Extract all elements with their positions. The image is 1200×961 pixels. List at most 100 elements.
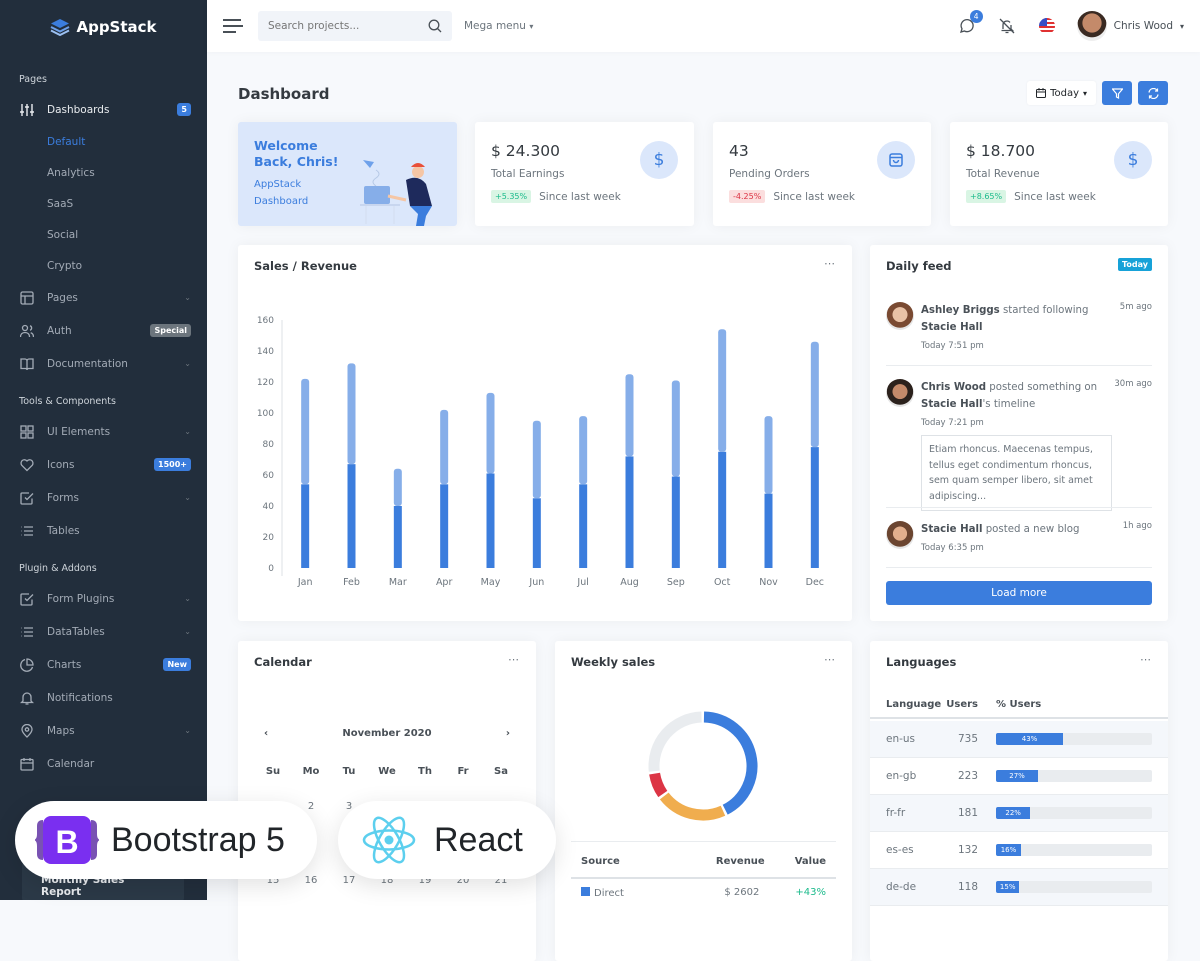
bar-revenue[interactable] (486, 392, 495, 474)
bar-revenue[interactable] (532, 420, 541, 499)
weekday-label: Th (418, 766, 432, 777)
next-month-icon[interactable]: › (506, 728, 510, 739)
feed-action: posted a new blog (982, 524, 1080, 535)
sidebar-item-label: Forms (47, 491, 79, 504)
bar-revenue[interactable] (347, 363, 356, 465)
source-name: Direct (594, 888, 624, 899)
refresh-button[interactable] (1138, 81, 1168, 105)
sidebar-item-label: UI Elements (47, 425, 111, 438)
date-filter-dropdown[interactable]: Today ▾ (1027, 81, 1096, 105)
bar-sales[interactable] (810, 447, 819, 568)
date-filter-label: Today (1050, 87, 1079, 99)
sidebar-item-label: DataTables (47, 625, 105, 638)
bar-sales[interactable] (486, 473, 495, 568)
sidebar-item-forms[interactable]: Forms ⌄ (0, 481, 207, 514)
search-input[interactable] (268, 20, 408, 32)
x-tick-label: Aug (620, 577, 639, 588)
calendar-day[interactable]: 16 (296, 875, 326, 886)
bar-revenue[interactable] (625, 374, 634, 457)
table-row: fr-fr 181 22% (870, 795, 1168, 832)
sidebar-item-pages[interactable]: Pages ⌄ (0, 281, 207, 314)
donut-slice-affiliate[interactable] (659, 792, 726, 821)
sidebar-item-ui-elements[interactable]: UI Elements ⌄ (0, 415, 207, 448)
sidebar-item-notifications[interactable]: Notifications (0, 681, 207, 714)
prev-month-icon[interactable]: ‹ (264, 728, 268, 739)
sidebar-item-icons[interactable]: Icons 1500+ (0, 448, 207, 481)
donut-slice-email[interactable] (649, 772, 668, 798)
sidebar-item-datatables[interactable]: DataTables ⌄ (0, 615, 207, 648)
bar-sales[interactable] (718, 451, 727, 568)
mega-menu-dropdown[interactable]: Mega menu ▾ (464, 20, 533, 32)
sidebar-item-auth[interactable]: Auth Special (0, 314, 207, 347)
language-code: en-us (886, 733, 916, 745)
x-tick-label: Jul (576, 577, 588, 588)
bar-sales[interactable] (440, 484, 449, 568)
sidebar-item-form-plugins[interactable]: Form Plugins ⌄ (0, 582, 207, 615)
feed-quote: Etiam rhoncus. Maecenas tempus, tellus e… (921, 435, 1112, 511)
feed-actor[interactable]: Ashley Briggs (921, 305, 1000, 316)
sidebar-subitem-analytics[interactable]: Analytics (0, 157, 207, 188)
stat-value: $ 18.700 (966, 142, 1036, 160)
table-row: Direct $ 2602 +43% (571, 879, 836, 907)
bar-revenue[interactable] (671, 380, 680, 477)
bar-sales[interactable] (532, 498, 541, 568)
stat-label: Total Revenue (966, 168, 1040, 180)
bar-sales[interactable] (764, 493, 773, 568)
bar-revenue[interactable] (301, 378, 310, 485)
sidebar-subitem-saas[interactable]: SaaS (0, 188, 207, 219)
sidebar-subitem-default[interactable]: Default (0, 126, 207, 157)
column-header: Users (946, 698, 978, 710)
sidebar-subitem-crypto[interactable]: Crypto (0, 250, 207, 281)
bar-sales[interactable] (579, 484, 588, 568)
table-row: en-us 735 43% (870, 721, 1168, 758)
bar-revenue[interactable] (579, 416, 588, 485)
shopping-bag-icon (877, 141, 915, 179)
feed-time: Today 7:21 pm (921, 418, 984, 428)
notifications-button[interactable] (997, 16, 1017, 36)
bar-sales[interactable] (301, 484, 310, 568)
bar-revenue[interactable] (810, 341, 819, 448)
sidebar-item-documentation[interactable]: Documentation ⌄ (0, 347, 207, 380)
language-selector[interactable] (1037, 16, 1057, 36)
y-tick-label: 60 (263, 471, 275, 481)
weekday-label: Sa (494, 766, 508, 777)
bar-sales[interactable] (347, 464, 356, 568)
bar-revenue[interactable] (718, 329, 727, 452)
sidebar-item-maps[interactable]: Maps ⌄ (0, 714, 207, 747)
donut-slice-direct[interactable] (703, 711, 758, 815)
donut-slice-other[interactable] (648, 711, 702, 772)
calendar-icon (19, 756, 35, 772)
search-icon[interactable] (428, 19, 442, 33)
bar-sales[interactable] (393, 506, 402, 568)
x-tick-label: May (481, 577, 501, 588)
sidebar-item-tables[interactable]: Tables (0, 514, 207, 547)
load-more-button[interactable]: Load more (886, 581, 1152, 605)
feed-target[interactable]: Stacie Hall (921, 322, 982, 333)
sidebar-item-charts[interactable]: Charts New (0, 648, 207, 681)
sliders-icon (19, 102, 35, 118)
feed-actor[interactable]: Stacie Hall (921, 524, 982, 535)
hamburger-menu-icon[interactable] (223, 19, 243, 33)
stat-label: Pending Orders (729, 168, 810, 180)
bar-revenue[interactable] (764, 416, 773, 494)
bar-sales[interactable] (671, 476, 680, 568)
dollar-icon: $ (640, 141, 678, 179)
sidebar-subitem-social[interactable]: Social (0, 219, 207, 250)
sidebar-item-calendar[interactable]: Calendar (0, 747, 207, 780)
feed-actor[interactable]: Chris Wood (921, 382, 986, 393)
bar-revenue[interactable] (440, 409, 449, 485)
more-options-icon[interactable]: ⋯ (508, 653, 520, 666)
sidebar-item-label: Charts (47, 658, 82, 671)
sidebar-item-dashboards[interactable]: Dashboards 5 (0, 93, 207, 126)
filter-button[interactable] (1102, 81, 1132, 105)
brand[interactable]: AppStack (0, 0, 207, 54)
progress-bar: 43% (996, 733, 1152, 745)
bar-sales[interactable] (625, 456, 634, 568)
feed-target[interactable]: Stacie Hall (921, 399, 982, 410)
user-menu[interactable]: Chris Wood ▾ (1076, 11, 1184, 41)
bar-revenue[interactable] (393, 468, 402, 506)
messages-button[interactable]: 4 (957, 10, 983, 36)
sidebar: AppStack Pages Dashboards 5 Default Anal… (0, 0, 207, 900)
calendar-day[interactable]: 17 (334, 875, 364, 886)
more-options-icon[interactable]: ⋯ (1140, 653, 1152, 666)
